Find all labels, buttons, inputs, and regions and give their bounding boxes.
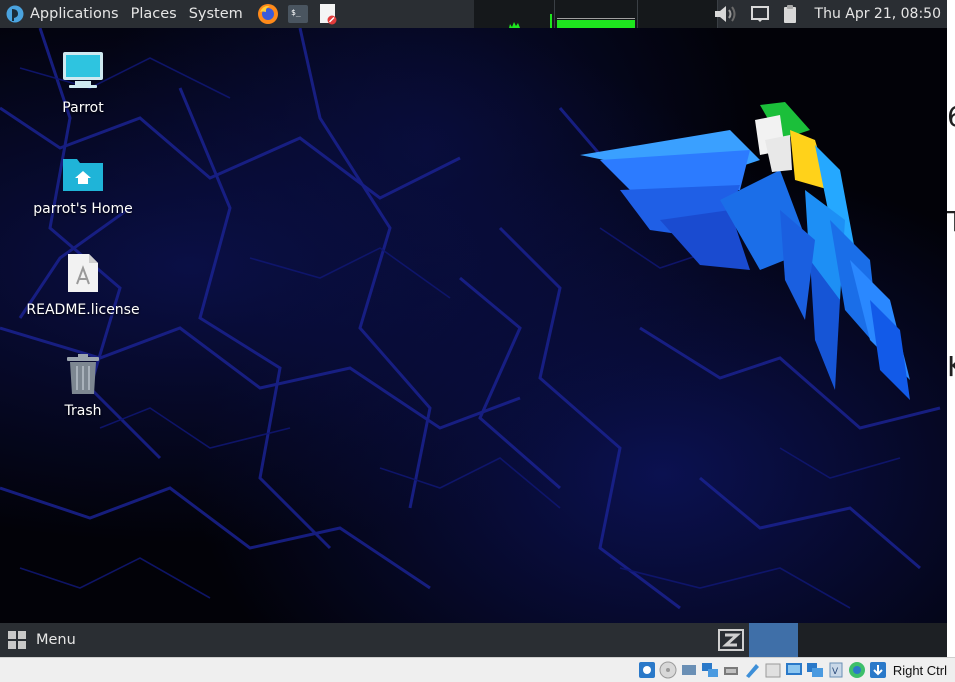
top-panel: Applications Places System $_ Thu Apr 21…: [0, 0, 947, 28]
host-key-label: Right Ctrl: [892, 662, 947, 678]
clipboard-icon[interactable]: [779, 3, 801, 25]
system-tray: Thu Apr 21, 08:50: [709, 0, 947, 28]
vbox-recording-icon[interactable]: [806, 661, 824, 679]
menu-label: Menu: [36, 632, 76, 648]
svg-text:V: V: [832, 667, 839, 677]
cpu-monitor-graph: [555, 0, 638, 28]
clock[interactable]: Thu Apr 21, 08:50: [805, 6, 947, 22]
bottom-panel: Menu: [0, 623, 947, 657]
virtualbox-status-bar: V Right Ctrl: [0, 657, 955, 682]
memory-monitor-graph: [638, 0, 718, 28]
parrot-logo-icon: [6, 5, 24, 23]
vm-screen[interactable]: Applications Places System $_ Thu Apr 21…: [0, 0, 947, 657]
vbox-audio-icon[interactable]: [680, 661, 698, 679]
applications-menu[interactable]: Applications: [0, 0, 125, 28]
trash-icon: [65, 353, 101, 399]
workspace-1[interactable]: [749, 623, 798, 657]
vbox-optical-icon[interactable]: [659, 661, 677, 679]
svg-text:$_: $_: [291, 8, 301, 17]
desktop-icon-label: Trash: [64, 403, 102, 419]
show-desktop-icon[interactable]: [718, 629, 744, 651]
vbox-shared-folder-icon[interactable]: [764, 661, 782, 679]
workspace-2[interactable]: [798, 623, 947, 657]
network-monitor-graph: [474, 0, 555, 28]
desktop-icon-trash[interactable]: Trash: [28, 353, 138, 419]
desktop[interactable]: Parrot parrot's Home README.license Tras…: [0, 28, 947, 623]
volume-icon[interactable]: [713, 3, 741, 25]
computer-icon: [61, 50, 105, 96]
desktop-icon-label: parrot's Home: [33, 201, 133, 217]
parrot-wallpaper-graphic: [580, 102, 910, 400]
menu-button[interactable]: Menu: [0, 623, 84, 657]
vbox-host-key-icon[interactable]: [869, 661, 887, 679]
firefox-icon[interactable]: [257, 3, 279, 25]
screen-icon[interactable]: [749, 3, 771, 25]
license-file-icon: [65, 252, 101, 298]
text-editor-icon[interactable]: [317, 3, 339, 25]
vbox-disk-icon[interactable]: [638, 661, 656, 679]
applications-label: Applications: [30, 6, 119, 22]
home-folder-icon: [61, 153, 105, 197]
terminal-icon[interactable]: $_: [287, 3, 309, 25]
desktop-icon-readme[interactable]: README.license: [26, 252, 140, 318]
vbox-display-icon[interactable]: [785, 661, 803, 679]
background-window-strip: 6 T K: [947, 0, 955, 657]
grid-icon: [8, 631, 26, 649]
places-menu[interactable]: Places: [125, 0, 183, 28]
vbox-cpu-icon[interactable]: V: [827, 661, 845, 679]
system-label: System: [188, 6, 243, 22]
system-menu[interactable]: System: [183, 0, 249, 28]
desktop-icon-parrot[interactable]: Parrot: [28, 50, 138, 116]
vbox-pen-icon[interactable]: [743, 661, 761, 679]
vbox-network-icon[interactable]: [701, 661, 719, 679]
vbox-usb-icon[interactable]: [722, 661, 740, 679]
desktop-icon-home[interactable]: parrot's Home: [28, 153, 138, 217]
desktop-icon-label: Parrot: [62, 100, 104, 116]
system-monitor[interactable]: [474, 0, 718, 28]
places-label: Places: [130, 6, 177, 22]
desktop-icon-label: README.license: [26, 302, 140, 318]
vbox-status-icon[interactable]: [848, 661, 866, 679]
